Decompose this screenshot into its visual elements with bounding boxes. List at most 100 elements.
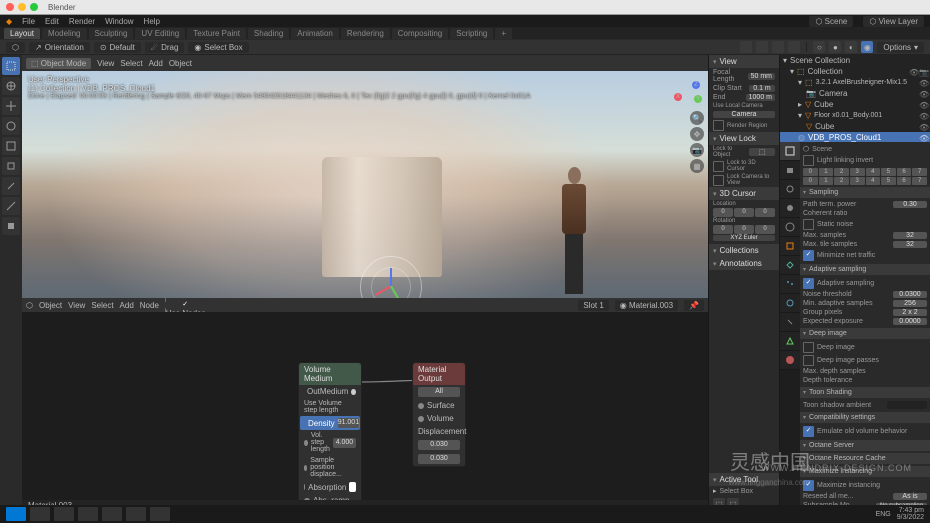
menu-edit[interactable]: Edit <box>45 17 59 26</box>
zoom-icon[interactable]: 🔍 <box>690 111 704 125</box>
tab-animation[interactable]: Animation <box>291 28 339 39</box>
node-volume-medium[interactable]: Volume Medium OutMedium Use Volume step … <box>298 362 362 512</box>
outliner-item[interactable]: ▾⬚3.2.1 AxelBrusheigner-Mix1.5👁 <box>780 77 930 88</box>
close-window-icon[interactable] <box>6 3 14 11</box>
outliner-item[interactable]: ▸▽Cube👁 <box>780 99 930 110</box>
clipend-input[interactable]: 1000 m <box>746 94 775 101</box>
ne-select[interactable]: Select <box>91 301 113 310</box>
slot-dropdown[interactable]: Slot 1 <box>578 300 608 311</box>
vp-btn-3[interactable] <box>772 41 784 53</box>
adaptive-checkbox[interactable] <box>803 278 814 289</box>
ne-view[interactable]: View <box>68 301 85 310</box>
taskbar-app[interactable] <box>30 507 50 521</box>
header-view[interactable]: View <box>97 59 114 68</box>
panel-3dcursor[interactable]: 3D Cursor <box>709 187 779 200</box>
gizmo-z-axis[interactable] <box>390 268 392 286</box>
toon-color[interactable] <box>887 401 927 409</box>
pin-icon[interactable]: 📌 <box>684 300 704 311</box>
snap-dropdown[interactable]: ☄ Drag <box>145 42 185 53</box>
prop-tab-constraints[interactable] <box>780 313 800 332</box>
prop-tab-render[interactable] <box>780 142 800 161</box>
overlays-icon[interactable]: ⬡ <box>6 42 25 53</box>
lock-3dcursor-checkbox[interactable] <box>713 161 724 172</box>
node-output-title[interactable]: Material Output <box>413 363 465 385</box>
tab-texpaint[interactable]: Texture Paint <box>187 28 246 39</box>
options-dropdown[interactable]: Options ▾ <box>877 42 924 53</box>
clipstart-input[interactable]: 0.1 m <box>749 85 775 92</box>
gizmo-y-axis[interactable] <box>390 286 401 299</box>
menu-file[interactable]: File <box>22 17 35 26</box>
tool-cursor[interactable] <box>2 77 20 95</box>
taskbar-app[interactable] <box>126 507 146 521</box>
tool-measure[interactable] <box>2 197 20 215</box>
shading-matprev-icon[interactable]: ◐ <box>845 41 857 53</box>
3d-viewport[interactable]: Z X Y 🔍 ✥ 📷 ▦ User Perspective (1) Colle… <box>22 71 708 298</box>
tab-compositing[interactable]: Compositing <box>392 28 448 39</box>
tool-transform[interactable] <box>2 157 20 175</box>
output-target[interactable]: All <box>418 387 460 397</box>
prop-edit-dropdown[interactable]: ◉ Select Box <box>188 42 248 53</box>
node-editor[interactable]: Volume Medium OutMedium Use Volume step … <box>22 312 708 512</box>
tool-move[interactable] <box>2 97 20 115</box>
min-samples-input[interactable]: 256 <box>893 300 927 307</box>
minimize-window-icon[interactable] <box>18 3 26 11</box>
header-add[interactable]: Add <box>149 59 163 68</box>
tray-lang[interactable]: ENG <box>876 511 891 518</box>
absorption-color[interactable] <box>349 482 356 492</box>
taskbar-app[interactable] <box>150 507 170 521</box>
taskbar-app[interactable] <box>54 507 74 521</box>
node-volume-title[interactable]: Volume Medium <box>299 363 361 385</box>
sampling-header[interactable]: Sampling <box>800 187 930 198</box>
tab-modeling[interactable]: Modeling <box>42 28 86 39</box>
render-region-checkbox[interactable] <box>713 120 724 131</box>
outliner-scene[interactable]: ▾Scene Collection <box>780 55 930 66</box>
pivot-dropdown[interactable]: ⊙ Default <box>94 42 141 53</box>
panel-annotations[interactable]: Annotations <box>709 257 779 270</box>
taskbar-app[interactable] <box>102 507 122 521</box>
path-term-input[interactable]: 0.30 <box>893 201 927 208</box>
prop-tab-world[interactable] <box>780 218 800 237</box>
prop-tab-scene[interactable] <box>780 199 800 218</box>
deep-checkbox[interactable] <box>803 342 814 353</box>
blender-icon[interactable]: ◆ <box>6 17 12 26</box>
outliner-item[interactable]: ▽Cube👁 <box>780 121 930 132</box>
ne-object[interactable]: Object <box>39 301 62 310</box>
outliner[interactable]: ▾Scene Collection ▾⬚Collection👁📷 ▾⬚3.2.1… <box>780 55 930 142</box>
move-view-icon[interactable]: ✥ <box>690 127 704 141</box>
shading-solid-icon[interactable]: ● <box>829 41 841 53</box>
panel-viewlock[interactable]: View Lock <box>709 132 779 145</box>
header-object[interactable]: Object <box>169 59 192 68</box>
scene-dropdown[interactable]: ⬡ Scene <box>809 16 853 27</box>
nav-gizmo[interactable]: Z X Y <box>672 79 702 109</box>
tab-sculpting[interactable]: Sculpting <box>89 28 134 39</box>
taskbar-app[interactable] <box>78 507 98 521</box>
max-samples-input[interactable]: 32 <box>893 232 927 239</box>
node-material-output[interactable]: Material Output All Surface Volume Displ… <box>412 362 466 467</box>
tool-rotate[interactable] <box>2 117 20 135</box>
tab-scripting[interactable]: Scripting <box>450 28 493 39</box>
prop-tab-viewlayer[interactable] <box>780 180 800 199</box>
shading-wireframe-icon[interactable]: ○ <box>813 41 825 53</box>
outliner-item-selected[interactable]: ◍VDB_PROS_Cloud1👁 <box>780 132 930 142</box>
tool-annotate[interactable] <box>2 177 20 195</box>
compat-header[interactable]: Compatibility settings <box>800 412 930 423</box>
prop-tab-particles[interactable] <box>780 275 800 294</box>
tab-shading[interactable]: Shading <box>248 28 289 39</box>
prop-tab-output[interactable] <box>780 161 800 180</box>
minimize-traffic-checkbox[interactable] <box>803 250 814 261</box>
toon-header[interactable]: Toon Shading <box>800 387 930 398</box>
emulate-checkbox[interactable] <box>803 426 814 437</box>
outliner-item[interactable]: ▾▽Floor x0.01_Body.001👁 <box>780 110 930 121</box>
persp-ortho-icon[interactable]: ▦ <box>690 159 704 173</box>
menu-render[interactable]: Render <box>69 17 95 26</box>
vp-btn-1[interactable] <box>740 41 752 53</box>
mode-dropdown[interactable]: ⬚ Object Mode <box>26 58 91 69</box>
vp-btn-2[interactable] <box>756 41 768 53</box>
ne-add[interactable]: Add <box>120 301 134 310</box>
prop-tab-object[interactable] <box>780 237 800 256</box>
camera-view-icon[interactable]: 📷 <box>690 143 704 157</box>
panel-view[interactable]: View <box>709 55 779 68</box>
outliner-item[interactable]: ▾⬚Collection👁📷 <box>780 66 930 77</box>
adaptive-header[interactable]: Adaptive sampling <box>800 264 930 275</box>
vp-btn-4[interactable] <box>788 41 800 53</box>
